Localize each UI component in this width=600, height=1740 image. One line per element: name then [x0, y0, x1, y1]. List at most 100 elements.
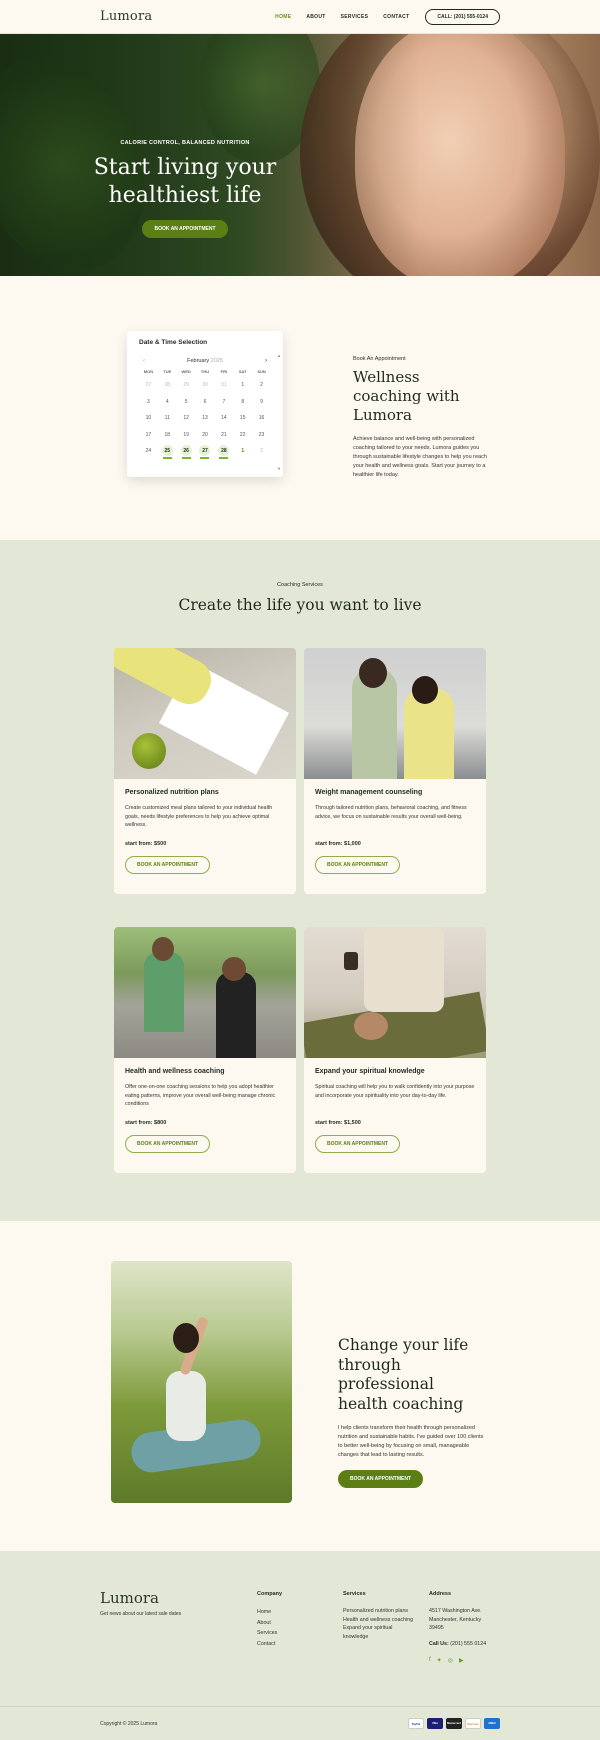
- service-image-wellness: [114, 927, 296, 1058]
- calendar-title: Date & Time Selection: [139, 339, 208, 346]
- youtube-icon[interactable]: ▶: [459, 1657, 464, 1664]
- site-footer: Lumora Get news about our latest sale da…: [0, 1551, 600, 1740]
- calendar-day: 31: [221, 382, 227, 388]
- calendar-day: 24: [145, 448, 152, 454]
- service-price: start from: $800: [125, 1120, 167, 1126]
- calendar-day: 3: [147, 398, 150, 405]
- amex-icon: AMEX: [484, 1718, 500, 1729]
- promo-title: Change your life through professional he…: [338, 1336, 469, 1413]
- calendar-day[interactable]: 1: [233, 443, 252, 460]
- services-title: Create the life you want to live: [178, 596, 422, 614]
- hero-book-button[interactable]: BOOK AN APPOINTMENT: [142, 220, 228, 238]
- scrollbar[interactable]: ▲ ▼: [277, 353, 281, 471]
- services-eyebrow: Coaching Services: [277, 582, 323, 588]
- nav-about[interactable]: ABOUT: [306, 14, 325, 20]
- social-links: f ✦ ◎ ▶: [429, 1657, 504, 1664]
- service-book-button[interactable]: BOOK AN APPOINTMENT: [315, 856, 401, 874]
- service-price: start from: $1,000: [315, 841, 361, 847]
- calendar-widget: Date & Time Selection ‹ February 2025 › …: [127, 331, 283, 477]
- address-line: 4517 Washington Ave.: [429, 1608, 482, 1614]
- calendar-day: 27: [145, 382, 152, 388]
- service-title: Health and wellness coaching: [125, 1068, 225, 1075]
- calendar-day: 18: [164, 431, 171, 438]
- calendar-day: 21: [221, 431, 227, 438]
- footer-service-link[interactable]: Personalized nutrition plans: [343, 1607, 418, 1616]
- chevron-left-icon[interactable]: ‹: [143, 358, 145, 364]
- footer-tagline: Get news about our latest sale dates: [100, 1611, 182, 1617]
- visa-icon: VISA: [427, 1718, 443, 1729]
- hero-eyebrow: CALORIE CONTROL, BALANCED NUTRITION: [120, 140, 250, 146]
- calendar-day[interactable]: 27: [196, 443, 215, 460]
- promo-section: Change your life through professional he…: [0, 1221, 600, 1551]
- footer-link-about[interactable]: About: [257, 1618, 282, 1629]
- address-line: Manchester, Kentucky: [429, 1616, 482, 1623]
- service-desc: Through tailored nutrition plans, behavi…: [315, 805, 467, 820]
- site-header: Lumora HOME ABOUT SERVICES CONTACT CALL:…: [0, 0, 600, 34]
- promo-body: I help clients transform their health th…: [338, 1425, 484, 1458]
- calendar-day: 19: [183, 431, 189, 438]
- service-card: Personalized nutrition plans Create cust…: [114, 648, 296, 894]
- address-line: 39495: [429, 1625, 444, 1631]
- logo[interactable]: Lumora: [100, 9, 152, 24]
- service-title: Weight management counseling: [315, 789, 423, 796]
- service-card: Expand your spiritual knowledge Spiritua…: [304, 927, 486, 1173]
- hero-title: Start living your healthiest life: [93, 155, 277, 208]
- footer-company-heading: Company: [257, 1591, 283, 1597]
- service-card: Health and wellness coaching Offer one-o…: [114, 927, 296, 1173]
- booking-eyebrow: Book An Appointment: [353, 356, 406, 362]
- call-button[interactable]: CALL: (201) 555-0124: [425, 8, 500, 25]
- calendar-day: 10: [145, 415, 152, 421]
- service-image-weight: [304, 648, 486, 779]
- service-image-spiritual: [304, 927, 486, 1058]
- calendar-day: 30: [202, 382, 208, 388]
- instagram-icon[interactable]: ◎: [448, 1657, 453, 1664]
- footer-logo[interactable]: Lumora: [100, 1589, 159, 1607]
- service-book-button[interactable]: BOOK AN APPOINTMENT: [315, 1135, 401, 1153]
- calendar-day: 4: [165, 398, 169, 405]
- footer-bottom: Copyright © 2025 Lumora PayPal VISA Mast…: [0, 1706, 600, 1740]
- service-price: start from: $1,500: [315, 1120, 361, 1126]
- service-book-button[interactable]: BOOK AN APPOINTMENT: [125, 1135, 211, 1153]
- booking-title: Wellness coaching with Lumora: [353, 368, 460, 424]
- footer-link-services[interactable]: Services: [257, 1628, 282, 1639]
- footer-link-home[interactable]: Home: [257, 1607, 282, 1618]
- promo-book-button[interactable]: BOOK AN APPOINTMENT: [338, 1470, 424, 1488]
- calendar-day[interactable]: 26: [177, 443, 196, 460]
- call-number[interactable]: (201) 555 0124: [450, 1641, 486, 1647]
- footer-address: Address 4517 Washington Ave. Manchester,…: [429, 1591, 504, 1664]
- calendar-day: 28: [164, 382, 171, 388]
- scroll-up-icon[interactable]: ▲: [277, 353, 281, 358]
- services-section: Coaching Services Create the life you wa…: [0, 540, 600, 1221]
- weekday-label: SAT: [238, 369, 247, 374]
- nav-home[interactable]: HOME: [275, 14, 291, 20]
- hero-section: CALORIE CONTROL, BALANCED NUTRITION Star…: [0, 34, 600, 276]
- twitter-icon[interactable]: ✦: [437, 1657, 442, 1664]
- facebook-icon[interactable]: f: [429, 1657, 431, 1664]
- chevron-right-icon[interactable]: ›: [265, 358, 267, 364]
- calendar-day: 11: [164, 415, 170, 421]
- service-desc: Spiritual coaching will help you to walk…: [315, 1084, 475, 1099]
- calendar-day[interactable]: 28: [214, 443, 233, 460]
- booking-body: Achieve balance and well-being with pers…: [353, 436, 487, 478]
- nav-services[interactable]: SERVICES: [341, 14, 369, 20]
- service-book-button[interactable]: BOOK AN APPOINTMENT: [125, 856, 211, 874]
- promo-text: Change your life through professional he…: [338, 1336, 488, 1488]
- calendar-day: 16: [258, 415, 265, 421]
- footer-service-link[interactable]: knowledge: [343, 1633, 418, 1642]
- calendar-day: 7: [222, 398, 226, 405]
- scroll-down-icon[interactable]: ▼: [277, 466, 281, 471]
- weekday-label: FRI: [220, 369, 228, 374]
- calendar-day: 8: [241, 398, 245, 405]
- booking-text: Book An Appointment Wellness coaching wi…: [353, 356, 488, 480]
- calendar-day[interactable]: 25: [158, 443, 177, 460]
- footer-service-link[interactable]: Expand your spiritual: [343, 1624, 418, 1633]
- service-desc: Offer one-on-one coaching sessions to he…: [125, 1084, 276, 1108]
- calendar-day: 17: [145, 431, 152, 438]
- calendar-day: 23: [258, 431, 265, 438]
- nav-contact[interactable]: CONTACT: [383, 14, 409, 20]
- footer-service-link[interactable]: Health and wellness coaching: [343, 1616, 418, 1625]
- footer-services: Services Personalized nutrition plans He…: [343, 1591, 418, 1641]
- service-card: Weight management counseling Through tai…: [304, 648, 486, 894]
- calendar-day: 14: [221, 415, 227, 421]
- footer-link-contact[interactable]: Contact: [257, 1639, 282, 1650]
